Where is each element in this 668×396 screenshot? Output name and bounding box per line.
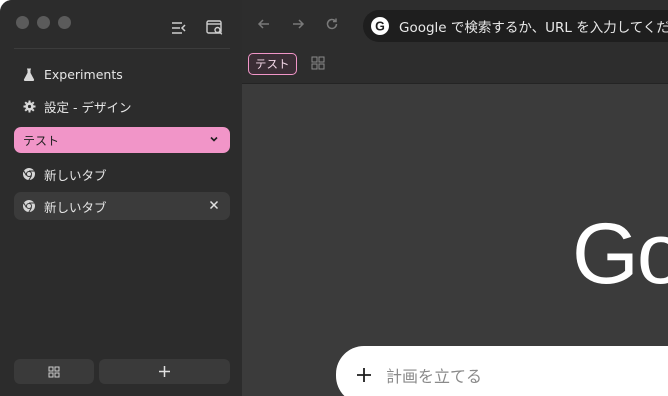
sidebar-item-settings-design[interactable]: 設定 - デザイン xyxy=(14,92,230,120)
chrome-icon xyxy=(22,167,36,181)
apps-grid-icon[interactable] xyxy=(311,56,325,70)
plus-icon xyxy=(159,366,170,377)
bookmark-group-test[interactable]: テスト xyxy=(248,53,297,75)
tab-group-test[interactable]: テスト xyxy=(14,127,230,153)
collapse-sidebar-icon xyxy=(172,22,186,34)
close-icon[interactable] xyxy=(208,199,220,211)
sidebar-item-label: Experiments xyxy=(44,66,123,82)
flask-icon xyxy=(22,67,36,81)
sidebar-divider xyxy=(14,48,230,49)
sidebar-toolbar xyxy=(170,19,224,37)
back-arrow-icon[interactable] xyxy=(256,16,272,32)
omnibox[interactable]: G Google で検索するか、URL を入力してください xyxy=(363,10,668,42)
sidebar-item-label: 設定 - デザイン xyxy=(44,99,132,115)
main-content: G Google で検索するか、URL を入力してください テスト Go 計画を… xyxy=(242,0,668,396)
bookmark-group-label: テスト xyxy=(255,57,290,71)
sidebar-footer xyxy=(14,359,230,384)
minimize-window-button[interactable] xyxy=(37,16,50,29)
navigation-buttons xyxy=(256,16,340,32)
plus-icon xyxy=(357,368,371,382)
collapse-sidebar-button[interactable] xyxy=(170,19,188,37)
plan-input-placeholder: 計画を立てる xyxy=(386,367,483,386)
google-logo: Go xyxy=(572,206,668,302)
bookmarks-bar: テスト xyxy=(242,50,668,84)
close-window-button[interactable] xyxy=(16,16,29,29)
browser-window: Experiments 設定 - デザイン テスト 新しいタブ 新しいタブ G … xyxy=(0,0,668,396)
chevron-down-icon[interactable] xyxy=(208,133,220,148)
sidebar: Experiments 設定 - デザイン テスト 新しいタブ 新しいタブ xyxy=(0,0,243,396)
chrome-icon xyxy=(22,199,36,213)
tab-item[interactable]: 新しいタブ xyxy=(14,160,230,188)
grid-icon xyxy=(48,366,60,377)
omnibox-placeholder: Google で検索するか、URL を入力してください xyxy=(399,20,668,36)
svg-text:G: G xyxy=(375,19,385,33)
search-tabs-icon xyxy=(206,20,223,35)
reload-icon[interactable] xyxy=(324,16,340,32)
tab-group-label: テスト xyxy=(23,133,60,148)
plan-input[interactable]: 計画を立てる xyxy=(336,346,668,396)
tab-title: 新しいタブ xyxy=(44,199,107,215)
window-controls xyxy=(16,16,71,29)
new-tab-button[interactable] xyxy=(99,359,230,384)
maximize-window-button[interactable] xyxy=(58,16,71,29)
gear-icon xyxy=(22,99,36,113)
tab-item-active[interactable]: 新しいタブ xyxy=(14,192,230,220)
google-g-icon: G xyxy=(371,17,389,35)
spaces-button[interactable] xyxy=(14,359,94,384)
forward-arrow-icon[interactable] xyxy=(290,16,306,32)
sidebar-item-experiments[interactable]: Experiments xyxy=(14,60,230,88)
browser-toolbar: G Google で検索するか、URL を入力してください xyxy=(242,0,668,50)
tab-title: 新しいタブ xyxy=(44,167,107,183)
search-tabs-button[interactable] xyxy=(206,19,224,37)
